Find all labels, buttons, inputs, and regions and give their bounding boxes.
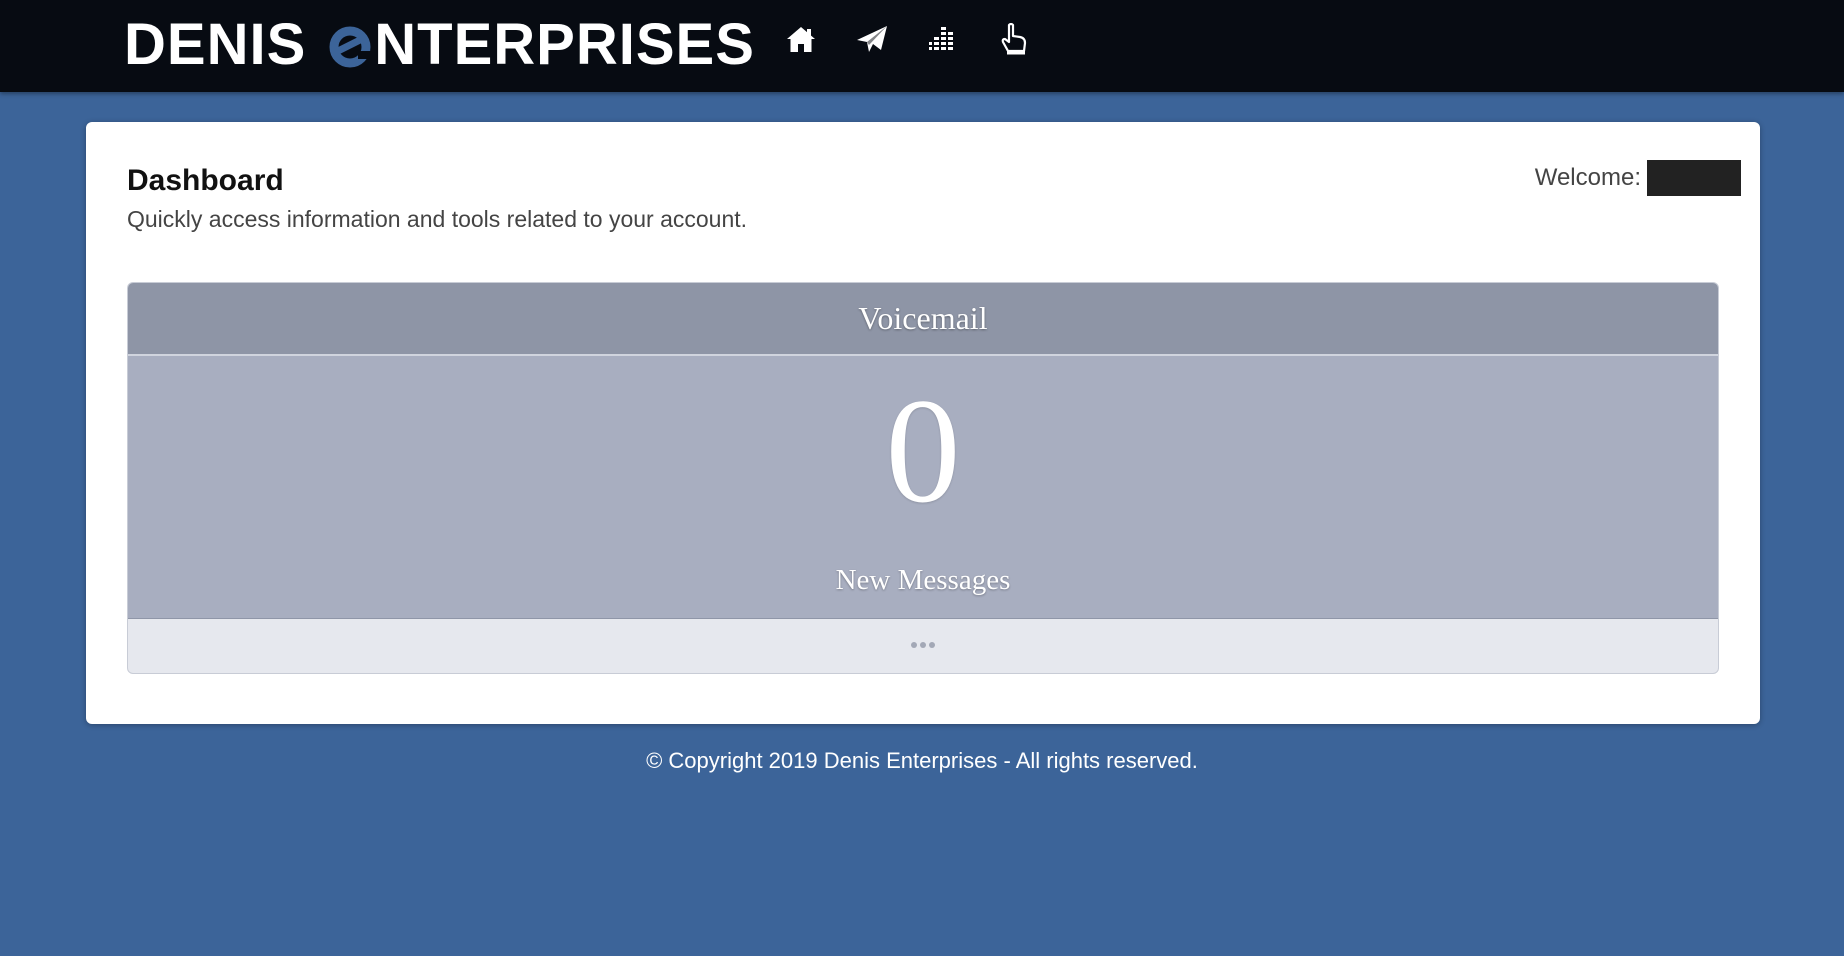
nav-send-button[interactable] (851, 18, 893, 60)
voicemail-widget-body: 0 New Messages (128, 356, 1718, 619)
welcome-message: Welcome: (1535, 160, 1741, 196)
company-logo[interactable]: DENIS NTERPRISES (124, 12, 755, 78)
home-icon (787, 27, 815, 52)
top-navigation-bar: DENIS NTERPRISES (0, 0, 1844, 92)
new-messages-count: 0 (885, 368, 961, 534)
welcome-label: Welcome: (1534, 164, 1641, 191)
redacted-user-name (1647, 160, 1741, 196)
new-messages-label: New Messages (835, 564, 1011, 596)
page-title: Dashboard (127, 164, 284, 197)
logo-text-first: DENIS (124, 12, 307, 77)
copyright-text: © Copyright 2019 Denis Enterprises - All… (646, 748, 1198, 773)
nav-icon-group (780, 18, 1064, 60)
nav-home-button[interactable] (780, 18, 822, 60)
nav-touch-button[interactable] (993, 18, 1035, 60)
voicemail-widget-header: Voicemail (128, 283, 1718, 356)
pointing-hand-icon (1001, 23, 1027, 55)
page-subtitle: Quickly access information and tools rel… (127, 206, 748, 232)
dashboard-card: Dashboard Quickly access information and… (86, 122, 1760, 724)
voicemail-widget-title: Voicemail (858, 300, 988, 336)
voicemail-widget[interactable]: Voicemail 0 New Messages (127, 282, 1719, 674)
nav-reports-button[interactable] (922, 18, 964, 60)
paper-plane-icon (857, 26, 887, 52)
ellipsis-icon (911, 642, 935, 648)
logo-text-rest: NTERPRISES (374, 12, 755, 77)
equalizer-icon (929, 27, 953, 50)
voicemail-more-button[interactable] (128, 619, 1718, 671)
logo-e-mark-icon (329, 26, 373, 68)
